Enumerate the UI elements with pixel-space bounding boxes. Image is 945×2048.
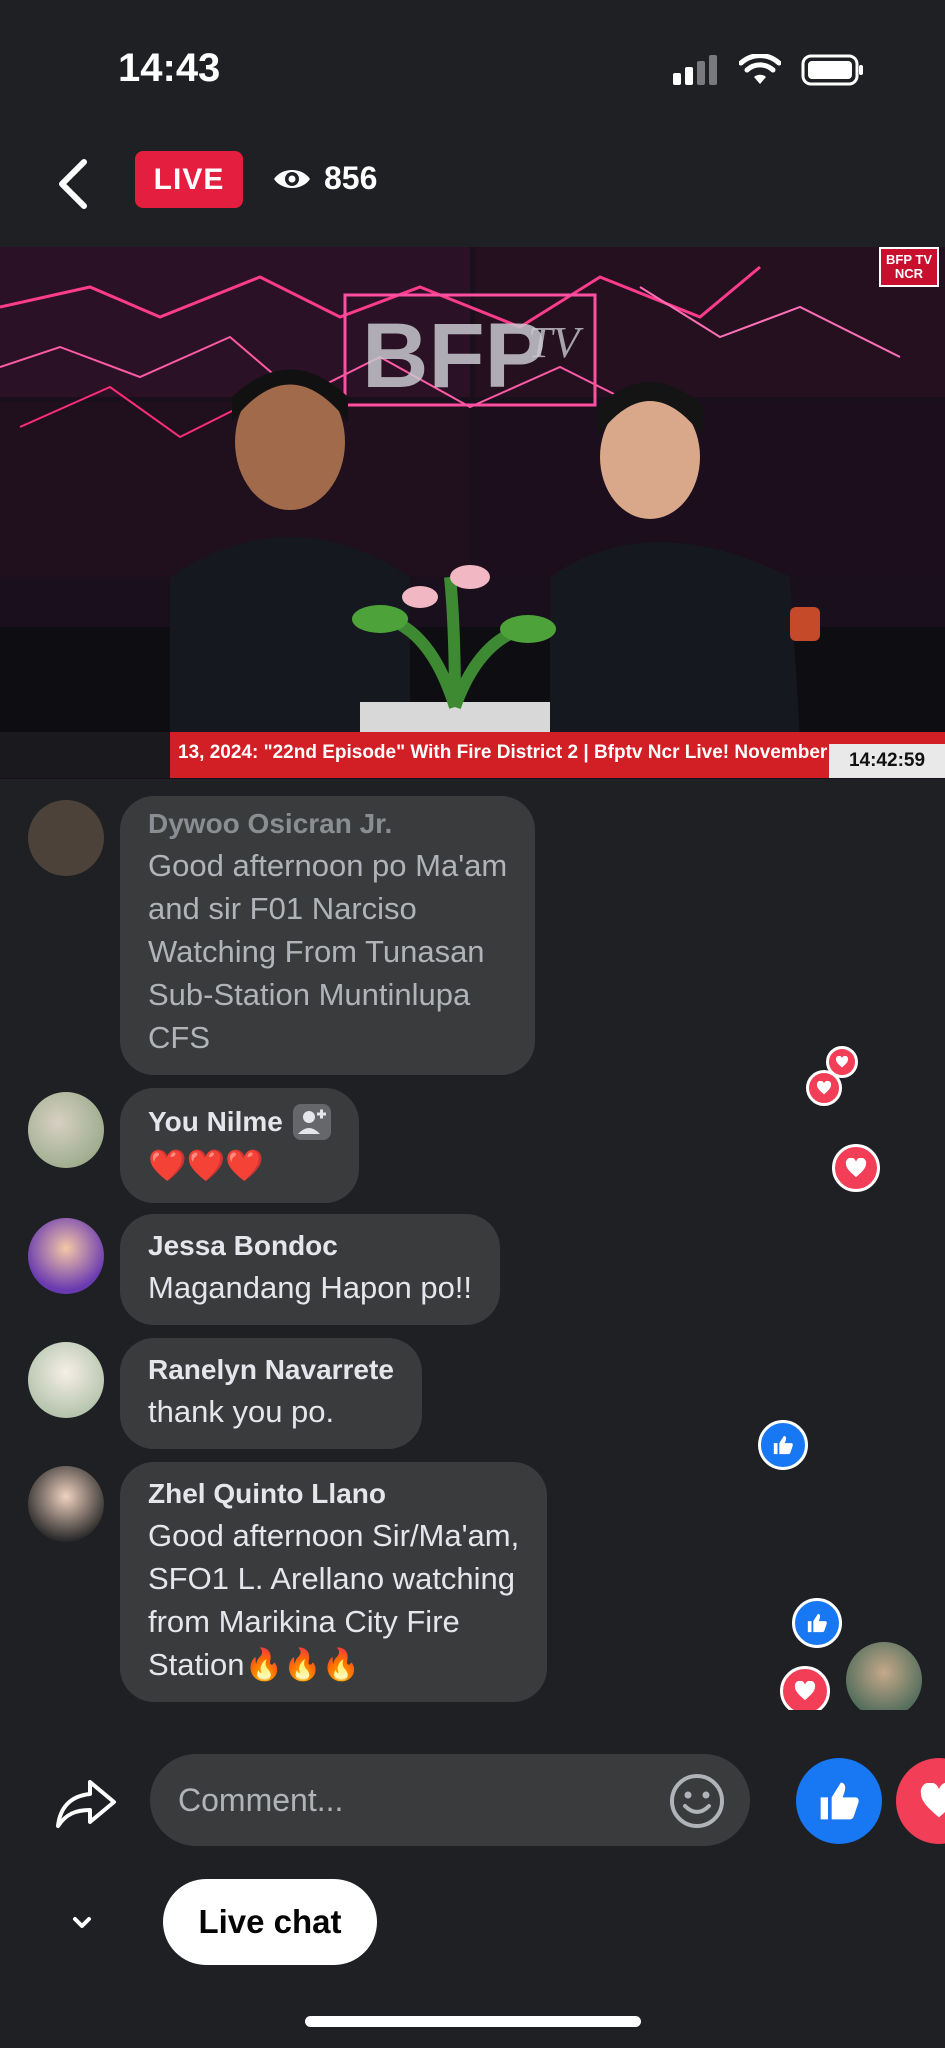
- live-chat-button[interactable]: Live chat: [163, 1879, 377, 1965]
- video-clock: 14:42:59: [829, 744, 945, 778]
- svg-text:BFP: BFP: [362, 305, 546, 407]
- comment-bubble[interactable]: Dywoo Osicran Jr. Good afternoon po Ma'a…: [120, 796, 536, 1075]
- live-video[interactable]: BFP TV BFP TV NCR: [0, 247, 945, 779]
- comment-text: Magandang Hapon po!!: [148, 1270, 473, 1305]
- cellular-signal-icon: [673, 55, 717, 85]
- live-comments[interactable]: Dywoo Osicran Jr. Good afternoon po Ma'a…: [0, 780, 945, 1710]
- comment-item: Dywoo Osicran Jr. Good afternoon po Ma'a…: [28, 796, 536, 1075]
- comment-author[interactable]: Jessa Bondoc: [148, 1230, 472, 1262]
- eye-icon: [274, 169, 310, 188]
- comment-text: thank you po.: [148, 1394, 335, 1429]
- share-arrow-icon[interactable]: [54, 1778, 118, 1830]
- comment-text: Good afternoon Sir/Ma'am, SFO1 L. Arella…: [148, 1518, 520, 1682]
- comment-item: Ranelyn Navarrete thank you po.: [28, 1338, 422, 1449]
- comment-author[interactable]: Dywoo Osicran Jr.: [148, 808, 507, 840]
- chevron-down-icon[interactable]: [64, 1910, 100, 1936]
- comment-author[interactable]: Ranelyn Navarrete: [148, 1354, 394, 1386]
- comment-author[interactable]: You Nilme: [148, 1104, 331, 1140]
- comment-item: You Nilme ❤️❤️❤️: [28, 1088, 359, 1203]
- viewer-count: 856: [272, 160, 377, 197]
- like-button[interactable]: [796, 1758, 882, 1844]
- avatar[interactable]: [28, 1466, 104, 1542]
- bottom-bar: Live chat: [0, 1870, 945, 1980]
- comment-bubble[interactable]: Jessa Bondoc Magandang Hapon po!!: [120, 1214, 501, 1325]
- viewer-count-value: 856: [324, 160, 378, 196]
- viewer-avatar: [846, 1642, 922, 1710]
- status-bar: 14:43: [0, 0, 945, 140]
- status-icons: [673, 54, 865, 86]
- floating-heart-icon: [806, 1070, 842, 1106]
- profile-badge-icon: [292, 1104, 331, 1140]
- comment-composer: [0, 1740, 945, 1860]
- comment-item: Zhel Quinto Llano Good afternoon Sir/Ma'…: [28, 1462, 548, 1702]
- comment-bubble[interactable]: You Nilme ❤️❤️❤️: [120, 1088, 359, 1203]
- comment-bubble[interactable]: Zhel Quinto Llano Good afternoon Sir/Ma'…: [120, 1462, 548, 1702]
- live-badge: LIVE: [135, 151, 243, 208]
- comment-author[interactable]: Zhel Quinto Llano: [148, 1478, 519, 1510]
- live-header: LIVE 856: [0, 140, 945, 240]
- wifi-icon: [739, 54, 781, 84]
- floating-like-icon: [758, 1420, 808, 1470]
- home-indicator[interactable]: [305, 2016, 641, 2027]
- video-scene: BFP TV: [0, 247, 945, 779]
- love-button[interactable]: [896, 1758, 945, 1844]
- bureau-logo: [0, 732, 170, 778]
- battery-icon: [801, 54, 863, 86]
- channel-logo: BFP TV NCR: [879, 247, 939, 287]
- avatar[interactable]: [28, 1218, 104, 1294]
- floating-like-icon: [792, 1598, 842, 1648]
- comment-bubble[interactable]: Ranelyn Navarrete thank you po.: [120, 1338, 422, 1449]
- avatar[interactable]: [28, 1092, 104, 1168]
- back-arrow-icon[interactable]: [50, 154, 100, 214]
- comment-input[interactable]: [150, 1754, 750, 1846]
- comment-text: ❤️❤️❤️: [148, 1148, 264, 1183]
- news-ticker: 13, 2024: "22nd Episode" With Fire Distr…: [0, 732, 945, 778]
- ticker-text: 13, 2024: "22nd Episode" With Fire Distr…: [178, 742, 828, 763]
- avatar[interactable]: [28, 800, 104, 876]
- comment-text: Good afternoon po Ma'am and sir F01 Narc…: [148, 848, 508, 1055]
- comment-item: Jessa Bondoc Magandang Hapon po!!: [28, 1214, 501, 1325]
- floating-heart-icon: [780, 1666, 830, 1710]
- avatar[interactable]: [28, 1342, 104, 1418]
- status-time: 14:43: [118, 46, 221, 90]
- thumbs-up-icon: [820, 1782, 859, 1820]
- heart-icon: [920, 1783, 945, 1818]
- emoji-icon[interactable]: [668, 1772, 726, 1830]
- svg-text:TV: TV: [528, 318, 584, 367]
- floating-heart-icon: [832, 1144, 880, 1192]
- comment-author-name[interactable]: You Nilme: [148, 1106, 283, 1138]
